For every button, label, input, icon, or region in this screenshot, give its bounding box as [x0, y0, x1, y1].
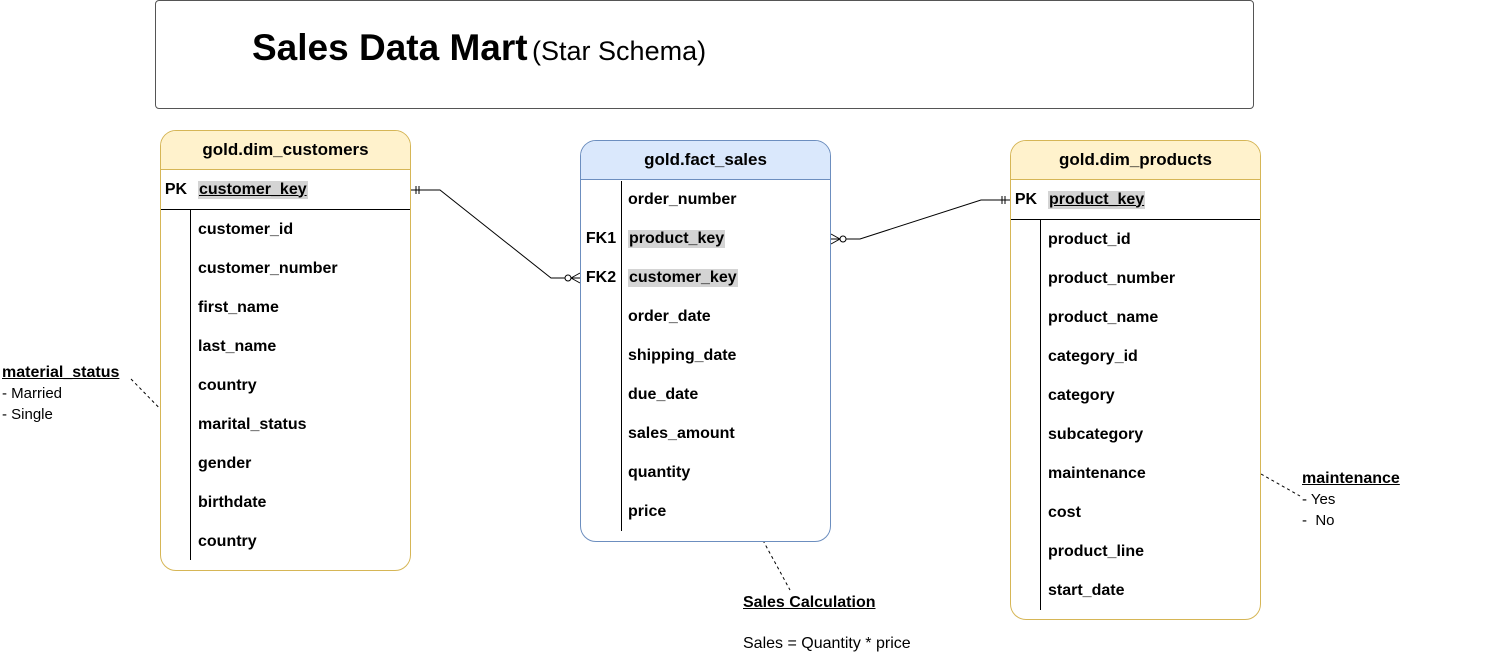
field-name: marital_status	[198, 415, 307, 433]
field-row: country	[161, 522, 410, 561]
field-row: due_date	[581, 375, 830, 414]
entity-fact-sales[interactable]: gold.fact_sales order_number FK1 product…	[580, 140, 831, 542]
field-name: start_date	[1048, 581, 1125, 599]
note-line: - Single	[2, 406, 53, 423]
entity-title: gold.dim_products	[1011, 141, 1260, 180]
field-row: product_name	[1011, 298, 1260, 337]
key-label	[581, 180, 621, 219]
field-row: customer_id	[161, 210, 410, 249]
field-name: product_line	[1048, 542, 1145, 560]
customers-fact-relation	[411, 189, 580, 279]
key-label: FK1	[585, 229, 617, 247]
field-name: sales_amount	[628, 424, 735, 442]
field-row: maintenance	[1011, 454, 1260, 493]
note-maintenance: maintenance - Yes - No	[1302, 468, 1400, 531]
note-material-status: material_status - Married - Single	[2, 362, 119, 425]
field-name: customer_id	[198, 220, 294, 238]
pk-row: PK product_key	[1011, 180, 1260, 220]
field-row: FK1 product_key	[581, 219, 830, 258]
fact-fk1-crow-1	[830, 233, 841, 240]
field-row: price	[581, 492, 830, 531]
field-name: customer_number	[198, 259, 338, 277]
field-row: product_line	[1011, 532, 1260, 571]
note-line: - Married	[2, 385, 63, 402]
fact-products-relation	[831, 199, 1010, 240]
field-row: customer_number	[161, 249, 410, 288]
field-name: last_name	[198, 337, 277, 355]
field-row: subcategory	[1011, 415, 1260, 454]
pk-row: PK customer_key	[161, 170, 410, 210]
note-title: maintenance	[1302, 470, 1400, 487]
field-row: category_id	[1011, 337, 1260, 376]
field-row: category	[1011, 376, 1260, 415]
field-name: maintenance	[1048, 464, 1146, 482]
field-name: due_date	[628, 385, 699, 403]
field-row: order_number	[581, 180, 830, 219]
field-row: FK2 customer_key	[581, 258, 830, 297]
key-label	[581, 336, 621, 375]
field-name: shipping_date	[628, 346, 737, 364]
field-name: quantity	[628, 463, 691, 481]
field-row: first_name	[161, 288, 410, 327]
fact-fk2-zero-mark	[564, 274, 572, 282]
entity-title: gold.fact_sales	[581, 141, 830, 180]
fact-fk2-crow-2	[570, 277, 581, 284]
field-row: order_date	[581, 297, 830, 336]
field-row: marital_status	[161, 405, 410, 444]
key-label	[581, 414, 621, 453]
field-name: first_name	[198, 298, 279, 316]
fact-fk2-crow-1	[570, 272, 581, 279]
field-row: last_name	[161, 327, 410, 366]
field-name: order_date	[628, 307, 711, 325]
field-name: product_number	[1048, 269, 1176, 287]
field-name: product_id	[1048, 230, 1131, 248]
field-row: sales_amount	[581, 414, 830, 453]
field-name: product_name	[1048, 308, 1159, 326]
field-row: cost	[1011, 493, 1260, 532]
field-row: product_number	[1011, 259, 1260, 298]
key-label	[581, 375, 621, 414]
note-line: - Yes	[1302, 491, 1336, 508]
key-label: FK2	[585, 268, 617, 286]
field-name: product_key	[1048, 190, 1146, 209]
note-title: material_status	[2, 364, 120, 381]
key-label: PK	[1014, 190, 1038, 208]
fact-fk1-crow-2	[830, 238, 841, 245]
key-label	[581, 492, 621, 531]
note-sales-calculation: Sales Calculation Sales = Quantity * pri…	[743, 592, 911, 654]
field-name: customer_key	[628, 268, 738, 287]
key-label	[581, 453, 621, 492]
field-name: category	[1048, 386, 1115, 404]
field-name: cost	[1048, 503, 1081, 521]
fact-fk1-zero-mark	[839, 235, 847, 243]
note-line: - No	[1302, 512, 1335, 529]
entity-dim-customers[interactable]: gold.dim_customers PK customer_key custo…	[160, 130, 411, 571]
field-name: category_id	[1048, 347, 1138, 365]
entity-title: gold.dim_customers	[161, 131, 410, 170]
field-name: birthdate	[198, 493, 267, 511]
field-row: product_id	[1011, 220, 1260, 259]
field-row: country	[161, 366, 410, 405]
key-label	[581, 297, 621, 336]
field-name: price	[628, 502, 667, 520]
field-name: country	[198, 532, 257, 550]
field-name: subcategory	[1048, 425, 1144, 443]
field-name: gender	[198, 454, 252, 472]
field-row: quantity	[581, 453, 830, 492]
field-row: birthdate	[161, 483, 410, 522]
key-label: PK	[164, 180, 188, 198]
field-name: order_number	[628, 190, 737, 208]
note-title: Sales Calculation	[743, 594, 876, 611]
field-name: product_key	[628, 229, 726, 248]
field-row: shipping_date	[581, 336, 830, 375]
field-name: country	[198, 376, 257, 394]
field-row: gender	[161, 444, 410, 483]
field-name: customer_key	[198, 180, 308, 199]
sales-formula: Sales = Quantity * price	[743, 635, 911, 652]
maintenance-connector	[1260, 473, 1301, 497]
field-row: start_date	[1011, 571, 1260, 610]
entity-dim-products[interactable]: gold.dim_products PK product_key product…	[1010, 140, 1261, 620]
